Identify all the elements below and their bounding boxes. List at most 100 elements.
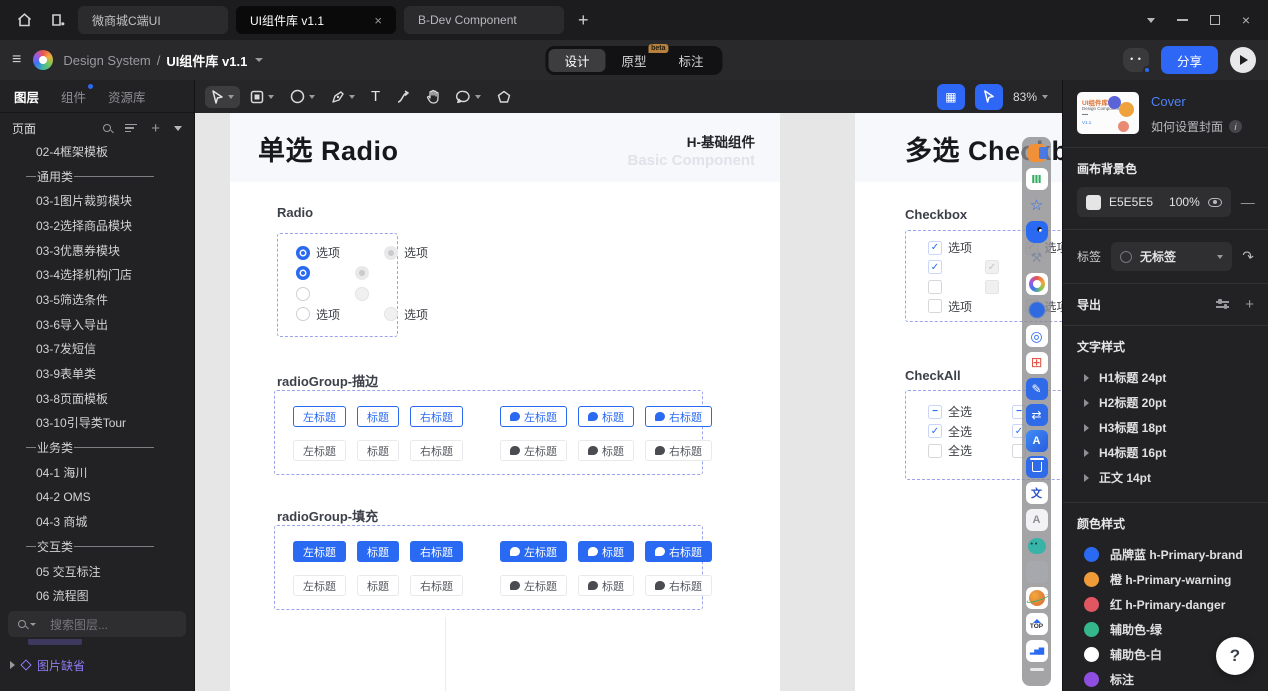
radio-component-group[interactable]: 选项 选项 选项 选项 — [277, 233, 398, 337]
tag-dropdown[interactable]: 无标签 — [1111, 242, 1232, 271]
radio-button-unselected-icon[interactable]: 右标题 — [645, 440, 712, 461]
chevron-down-icon[interactable] — [228, 95, 234, 99]
maximize-icon[interactable] — [1210, 15, 1220, 25]
tab-design[interactable]: 设计 — [548, 49, 605, 72]
radio-button-selected[interactable]: 左标题 — [293, 406, 346, 427]
search-icon[interactable] — [103, 124, 111, 132]
tab-components[interactable]: 组件 — [61, 87, 86, 106]
file-tab-3[interactable]: B-Dev Component — [404, 6, 564, 34]
info-icon[interactable]: i — [1229, 120, 1242, 133]
back-to-top-plugin-icon[interactable]: TOP — [1026, 613, 1048, 635]
tools-plugin-icon[interactable]: ⚒ — [1026, 247, 1048, 269]
page-item[interactable]: 03-7发短信 — [0, 337, 194, 362]
assistant-icon[interactable] — [1123, 48, 1149, 72]
page-group-divider[interactable]: 通用类 — [0, 164, 194, 189]
radio-selected-disabled[interactable] — [384, 246, 398, 260]
text-style-item[interactable]: 正文 14pt — [1077, 465, 1254, 490]
shape-tool[interactable] — [284, 85, 321, 108]
page-group-divider[interactable]: 业务类 — [0, 435, 194, 460]
collapse-pages-icon[interactable] — [174, 126, 182, 131]
file-tab-2-active[interactable]: UI组件库 v1.1 × — [236, 6, 396, 34]
search-scope-caret-icon[interactable] — [30, 623, 36, 626]
add-export-icon[interactable]: + — [1245, 297, 1254, 312]
text-style-item[interactable]: H3标题 18pt — [1077, 415, 1254, 440]
radio-unselected-disabled[interactable] — [355, 287, 369, 301]
radio-button-unselected[interactable]: 标题 — [357, 575, 399, 596]
frame-tool[interactable] — [244, 86, 280, 108]
connector-tool[interactable] — [390, 86, 416, 108]
radio-unselected[interactable] — [296, 287, 310, 301]
radio-button-unselected[interactable]: 标题 — [357, 440, 399, 461]
page-item[interactable]: 04-1 海川 — [0, 460, 194, 485]
radio-button-filled-icon[interactable]: 左标题 — [500, 541, 567, 562]
section-label-checkall[interactable]: CheckAll — [905, 368, 961, 383]
radio-button-unselected-icon[interactable]: 左标题 — [500, 575, 567, 596]
main-menu-icon[interactable]: ≡ — [12, 51, 21, 69]
page-item[interactable]: 03-1图片裁剪模块 — [0, 188, 194, 213]
color-style-item[interactable]: 红 h-Primary-danger — [1077, 592, 1254, 617]
chevron-down-icon[interactable] — [475, 95, 481, 99]
page-item[interactable]: 03-8页面模板 — [0, 386, 194, 411]
component-library-button[interactable]: ▦ — [937, 84, 965, 110]
layer-search-input[interactable]: 搜索图层... — [8, 611, 186, 637]
radio-button-unselected-icon[interactable]: 右标题 — [645, 575, 712, 596]
section-label-checkbox[interactable]: Checkbox — [905, 207, 967, 222]
filter-icon[interactable] — [125, 122, 137, 135]
radio-button-selected[interactable]: 右标题 — [410, 406, 463, 427]
expand-icon[interactable] — [1084, 474, 1089, 482]
text-style-item[interactable]: H2标题 20pt — [1077, 390, 1254, 415]
aperture-plugin-icon[interactable] — [1026, 273, 1048, 295]
page-group-divider[interactable]: 交互类 — [0, 534, 194, 559]
checkbox-checked-disabled[interactable]: ✓ — [985, 260, 999, 274]
expand-icon[interactable] — [1084, 449, 1089, 457]
checkbox-unchecked-disabled[interactable] — [985, 280, 999, 294]
chevron-down-icon[interactable] — [349, 95, 355, 99]
radio-button-filled-icon[interactable]: 右标题 — [645, 541, 712, 562]
page-item[interactable]: 03-9表单类 — [0, 361, 194, 386]
ring-plugin-icon[interactable]: ◎ — [1026, 325, 1048, 347]
radio-selected[interactable] — [296, 246, 310, 260]
checkbox-checked[interactable]: ✓ — [928, 241, 942, 255]
trash-plugin-icon[interactable] — [1026, 456, 1048, 478]
radio-button-selected-icon[interactable]: 右标题 — [645, 406, 712, 427]
section-label-radiogroup-outline[interactable]: radioGroup-描边 — [277, 371, 378, 390]
expand-icon[interactable] — [1084, 374, 1089, 382]
pen-tool[interactable] — [325, 86, 361, 108]
text-tool[interactable]: T — [365, 85, 386, 108]
section-label-radiogroup-filled[interactable]: radioGroup-填充 — [277, 506, 378, 525]
window-close-icon[interactable]: × — [1242, 12, 1250, 28]
file-tab-1[interactable]: 微商城C端UI — [78, 6, 228, 34]
visibility-eye-icon[interactable] — [1208, 198, 1222, 207]
checkbox-checked[interactable]: ✓ — [928, 260, 942, 274]
remove-color-icon[interactable]: — — [1241, 194, 1255, 210]
tab-prototype[interactable]: 原型beta — [605, 49, 662, 72]
translate-plugin-icon[interactable]: 文 — [1026, 482, 1048, 504]
zoom-control[interactable]: 83% — [1013, 90, 1052, 104]
resource-tool[interactable] — [491, 86, 517, 108]
radio-button-filled[interactable]: 标题 — [357, 541, 399, 562]
minimize-icon[interactable] — [1177, 19, 1188, 21]
turtle-plugin-icon[interactable] — [1026, 535, 1048, 557]
planet-plugin-icon[interactable] — [1026, 587, 1048, 609]
color-swatch[interactable] — [1086, 195, 1101, 210]
help-button[interactable]: ? — [1216, 637, 1254, 675]
color-hex[interactable]: E5E5E5 — [1109, 195, 1153, 209]
add-page-icon[interactable]: + — [151, 121, 160, 136]
team-name[interactable]: Design System — [63, 53, 150, 68]
comment-tool[interactable] — [450, 86, 487, 108]
chevron-down-icon[interactable] — [309, 95, 315, 99]
present-button[interactable] — [1230, 47, 1256, 73]
page-item[interactable]: 03-5筛选条件 — [0, 287, 194, 312]
radio-button-filled[interactable]: 右标题 — [410, 541, 463, 562]
expand-icon[interactable] — [1084, 424, 1089, 432]
radio-button-unselected[interactable]: 左标题 — [293, 440, 346, 461]
page-item[interactable]: 02-4框架模板 — [0, 143, 194, 164]
text-style-item[interactable]: H1标题 24pt — [1077, 365, 1254, 390]
page-item[interactable]: 06 流程图 — [0, 583, 194, 607]
radio-unselected[interactable] — [296, 307, 310, 321]
cover-link[interactable]: Cover — [1151, 94, 1242, 109]
page-item[interactable]: 03-4选择机构门店 — [0, 262, 194, 287]
cloud-plugin-icon[interactable] — [1026, 299, 1048, 321]
radio-selected[interactable] — [296, 266, 310, 280]
expand-icon[interactable] — [1084, 399, 1089, 407]
